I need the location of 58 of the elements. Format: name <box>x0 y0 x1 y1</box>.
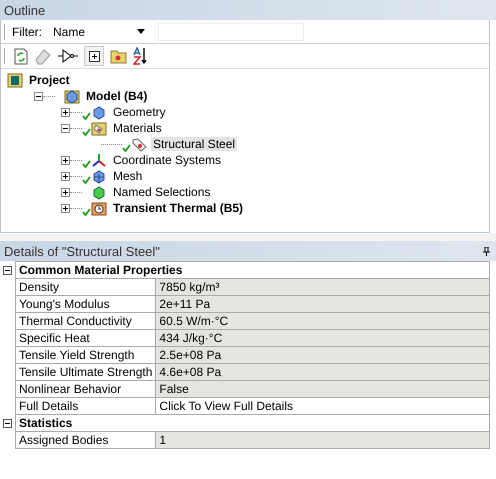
property-value: 4.6e+08 Pa <box>156 364 490 380</box>
cube-icon <box>91 184 107 200</box>
collapse-icon[interactable] <box>34 92 43 100</box>
tree-item[interactable]: Coordinate Systems <box>111 153 224 167</box>
property-value: False <box>156 380 490 398</box>
project-icon <box>7 72 23 88</box>
tag-icon <box>131 136 147 152</box>
refresh-icon[interactable] <box>14 48 28 64</box>
collapse-icon[interactable] <box>3 418 12 428</box>
axes-icon <box>91 152 107 168</box>
property-name: Assigned Bodies <box>16 432 156 448</box>
tree-item[interactable]: Transient Thermal (B5) <box>111 201 246 215</box>
model-icon <box>64 88 80 104</box>
expand-icon[interactable] <box>61 204 70 212</box>
property-value: 2.5e+08 Pa <box>156 346 490 364</box>
property-name: Young's Modulus <box>16 296 156 312</box>
property-name: Full Details <box>16 398 156 414</box>
dropdown-arrow-icon <box>137 29 145 34</box>
property-name: Density <box>16 278 156 296</box>
property-name: Tensile Yield Strength <box>16 346 156 364</box>
property-name: Nonlinear Behavior <box>16 380 156 398</box>
cube-icon <box>91 104 107 120</box>
pin-icon[interactable] <box>483 246 490 256</box>
property-name: Specific Heat <box>16 330 156 346</box>
expand-icon[interactable] <box>61 156 70 164</box>
collapse-icon[interactable] <box>61 124 70 132</box>
property-value: 1 <box>156 432 490 448</box>
expand-all-button[interactable] <box>84 46 104 66</box>
property-name: Tensile Ultimate Strength <box>16 364 156 380</box>
property-value: 60.5 W/m·°C <box>156 312 490 330</box>
group-header: Common Material Properties <box>16 262 490 278</box>
sort-icon[interactable] <box>133 47 147 65</box>
panel-title: Outline <box>4 2 46 18</box>
logic-gate-icon[interactable] <box>58 49 78 63</box>
tree-item[interactable]: Model (B4) <box>84 89 150 103</box>
property-value: Click To View Full Details <box>156 398 490 414</box>
property-value: 2e+11 Pa <box>156 296 490 312</box>
property-value: 434 J/kg·°C <box>156 330 490 346</box>
mesh-icon <box>91 168 107 184</box>
tree-item[interactable]: Structural Steel <box>151 137 238 151</box>
tree-item[interactable]: Materials <box>111 121 164 135</box>
expand-icon[interactable] <box>61 108 70 116</box>
tree-item[interactable]: Mesh <box>111 169 144 183</box>
folder-icon[interactable] <box>110 48 127 64</box>
expand-icon[interactable] <box>61 172 70 180</box>
expand-icon[interactable] <box>61 188 70 196</box>
tree-item[interactable]: Project <box>27 73 72 87</box>
collapse-icon[interactable] <box>3 266 12 274</box>
property-name: Thermal Conductivity <box>16 312 156 330</box>
tree-item[interactable]: Named Selections <box>111 185 212 199</box>
plus-icon <box>88 50 100 62</box>
clock-icon <box>91 200 107 216</box>
panel-title: Details of "Structural Steel" <box>4 244 160 258</box>
filter-label: Filter: <box>12 24 42 38</box>
tree-item[interactable]: Geometry <box>111 105 168 119</box>
materials-icon <box>91 120 107 136</box>
eraser-icon[interactable] <box>34 48 52 64</box>
property-value: 7850 kg/m³ <box>156 278 490 296</box>
